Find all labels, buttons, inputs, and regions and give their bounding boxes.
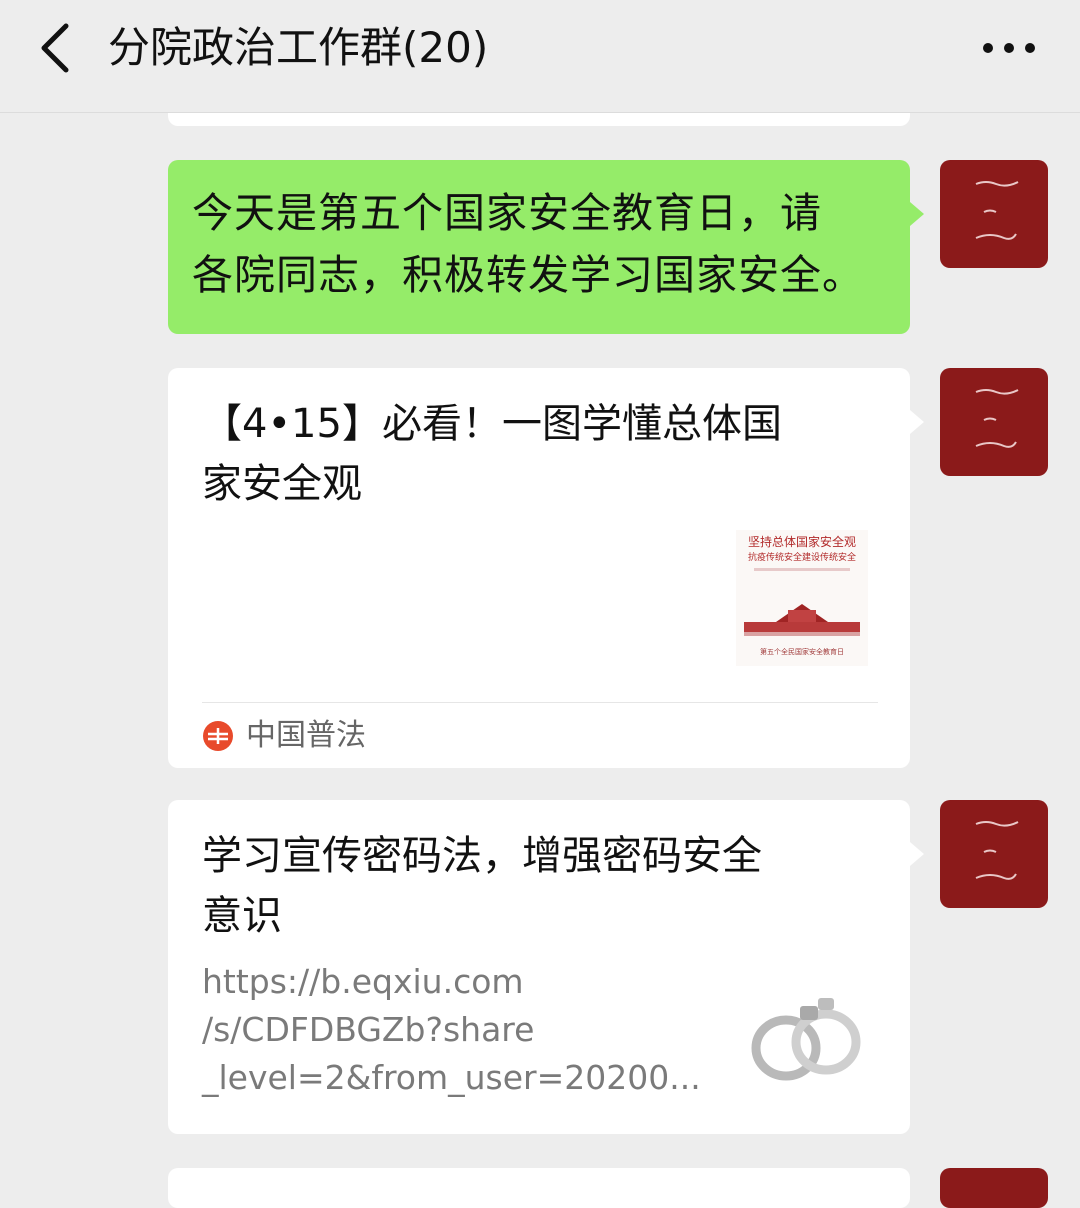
- card-title-line: 【4•15】必看！一图学懂总体国: [202, 401, 782, 447]
- thumbnail-subheadline: 抗疫传统安全建设传统安全: [748, 551, 856, 563]
- back-button[interactable]: [30, 18, 90, 78]
- card-title-line: 学习宣传密码法，增强密码安全: [202, 833, 762, 879]
- link-card-message[interactable]: 【4•15】必看！一图学懂总体国 家安全观 坚持总体国家安全观 抗疫传统安全建设…: [168, 368, 924, 768]
- card-source-name: 中国普法: [246, 718, 366, 753]
- card-divider: [202, 702, 878, 703]
- chevron-left-icon: [41, 23, 69, 73]
- sender-avatar[interactable]: [940, 368, 1048, 476]
- message-text-line: 各院同志，积极转发学习国家安全。: [192, 251, 864, 299]
- sender-avatar[interactable]: [940, 800, 1048, 908]
- message-text-line: 今天是第五个国家安全教育日，请: [192, 189, 822, 237]
- card-url-line: https://b.eqxiu.com: [202, 962, 524, 1001]
- text-message-bubble[interactable]: 今天是第五个国家安全教育日，请 各院同志，积极转发学习国家安全。: [168, 160, 924, 334]
- more-dots-icon: [983, 43, 1035, 53]
- avatar-image: [975, 821, 1019, 880]
- sender-avatar[interactable]: [940, 1168, 1048, 1208]
- sender-avatar[interactable]: [940, 160, 1048, 268]
- thumbnail-headline: 坚持总体国家安全观: [748, 534, 856, 549]
- china-pufa-logo-icon: [203, 721, 233, 751]
- next-message-bubble[interactable]: [168, 1168, 910, 1208]
- message-list[interactable]: 今天是第五个国家安全教育日，请 各院同志，积极转发学习国家安全。 【4•15】必…: [0, 100, 1080, 1208]
- chat-header: 分院政治工作群(20): [0, 0, 1080, 113]
- card-title-line: 家安全观: [202, 461, 362, 507]
- handcuffs-thumbnail: [742, 968, 868, 1098]
- avatar-image: [975, 389, 1019, 448]
- card-title: 学习宣传密码法，增强密码安全 意识: [202, 826, 862, 946]
- avatar-image: [975, 181, 1019, 240]
- thumbnail-footer: 第五个全民国家安全教育日: [760, 647, 844, 656]
- card-url: https://b.eqxiu.com /s/CDFDBGZb?share _l…: [202, 958, 702, 1102]
- card-url-line: /s/CDFDBGZb?share: [202, 1010, 535, 1049]
- card-title-line: 意识: [202, 893, 282, 939]
- card-url-line: _level=2&from_user=20200...: [202, 1058, 701, 1097]
- link-card-message[interactable]: 学习宣传密码法，增强密码安全 意识 https://b.eqxiu.com /s…: [168, 800, 924, 1134]
- more-button[interactable]: [974, 22, 1044, 72]
- card-title: 【4•15】必看！一图学懂总体国 家安全观: [202, 394, 862, 514]
- card-thumbnail: 坚持总体国家安全观 抗疫传统安全建设传统安全 第五个全民国家安全教育日: [736, 530, 868, 666]
- chat-title: 分院政治工作群(20): [108, 23, 489, 72]
